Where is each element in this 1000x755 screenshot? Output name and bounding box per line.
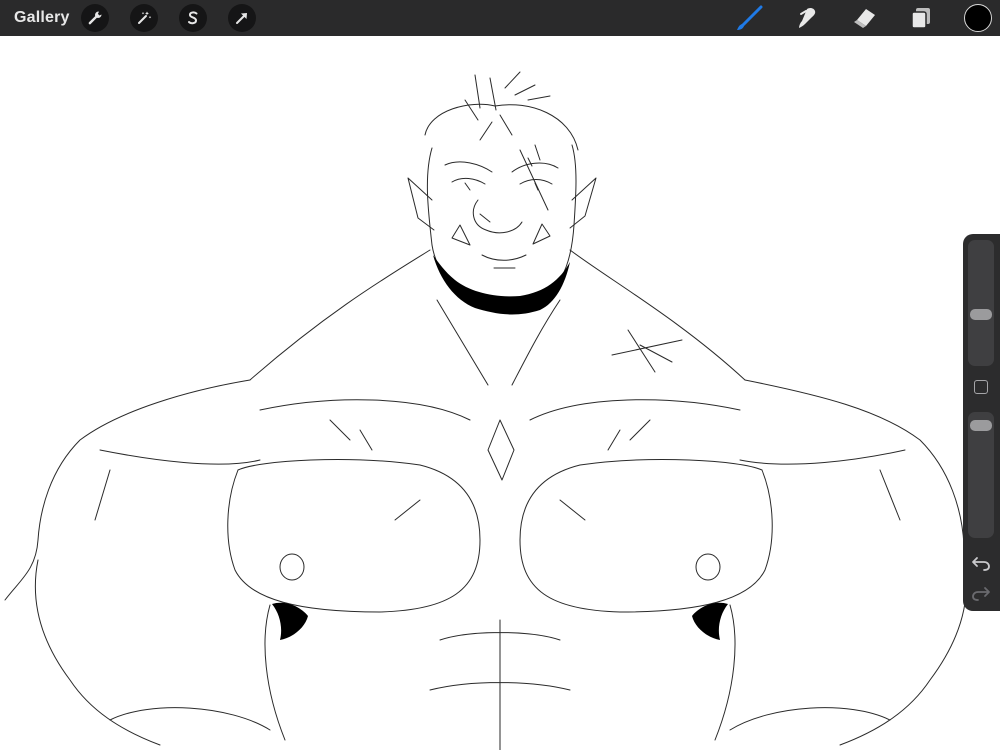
undo-icon[interactable]: [971, 554, 991, 572]
brush-size-slider[interactable]: [968, 240, 994, 366]
eraser-icon: [854, 9, 875, 28]
smudge-icon: [799, 7, 816, 28]
brush-size-thumb[interactable]: [970, 309, 992, 320]
modify-square-icon[interactable]: [974, 380, 988, 394]
actions-button[interactable]: [81, 4, 109, 32]
top-toolbar: Gallery: [0, 0, 1000, 36]
redo-icon[interactable]: [971, 584, 991, 602]
eraser-tool[interactable]: [849, 4, 879, 32]
transform-button[interactable]: [228, 4, 256, 32]
gallery-button[interactable]: Gallery: [14, 9, 70, 27]
brush-tool[interactable]: [735, 4, 765, 32]
brush-icon: [737, 5, 763, 30]
adjustments-button[interactable]: [130, 4, 158, 32]
layers-icon: [911, 8, 930, 29]
opacity-thumb[interactable]: [970, 420, 992, 431]
opacity-slider[interactable]: [968, 412, 994, 538]
magic-wand-icon: [138, 11, 152, 24]
transform-arrow-icon: [236, 13, 247, 24]
sketch-artwork: [4, 71, 967, 751]
layers-tool[interactable]: [906, 4, 936, 32]
side-toolbar: [963, 234, 1000, 611]
smudge-tool[interactable]: [792, 4, 822, 32]
selection-s-icon: [188, 11, 198, 25]
selection-button[interactable]: [179, 4, 207, 32]
color-picker[interactable]: [964, 4, 992, 32]
drawing-canvas[interactable]: [0, 36, 1000, 751]
wrench-icon: [88, 11, 102, 25]
